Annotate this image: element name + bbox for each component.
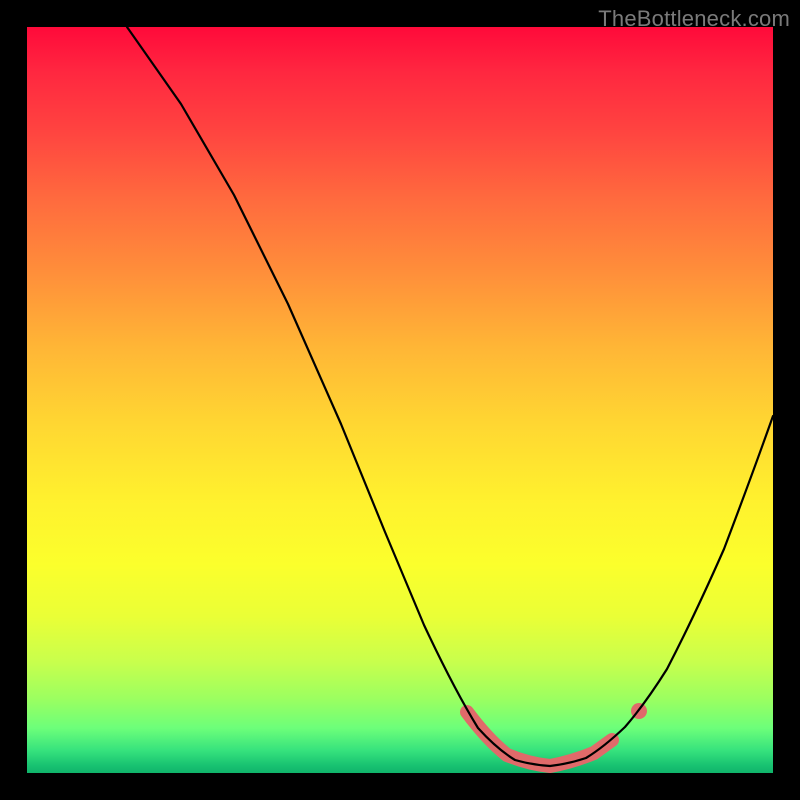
watermark-text: TheBottleneck.com <box>598 6 790 32</box>
curve-layer <box>27 27 773 773</box>
bottleneck-v-curve <box>127 27 773 766</box>
chart-frame: TheBottleneck.com <box>0 0 800 800</box>
gradient-plot-area <box>27 27 773 773</box>
